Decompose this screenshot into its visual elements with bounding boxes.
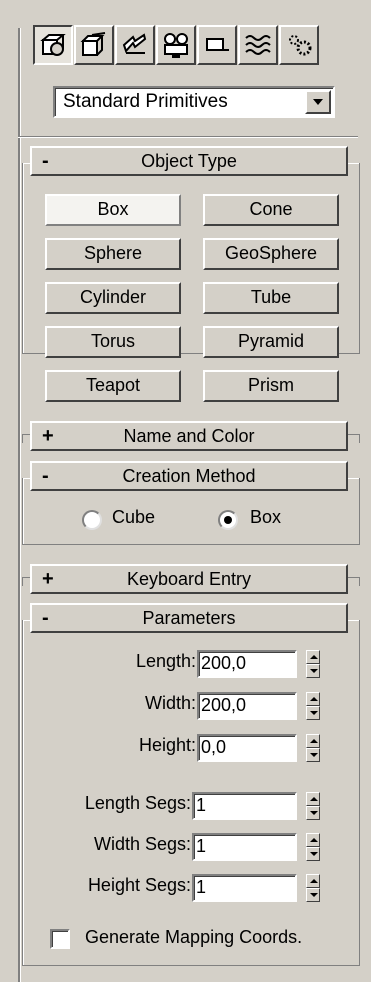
modify-tab[interactable]	[74, 25, 114, 65]
spinner-up[interactable]	[306, 734, 320, 748]
space-warps-icon	[289, 35, 312, 56]
length-segs-spinner[interactable]	[306, 792, 320, 820]
cone-button[interactable]: Cone	[203, 194, 339, 226]
height-field[interactable]: 0,0	[197, 734, 297, 762]
parameters-rollout-header[interactable]: - Parameters	[30, 603, 348, 633]
width-segs-label: Width Segs:	[93, 834, 191, 854]
length-label: Length:	[135, 651, 196, 671]
spinner-down[interactable]	[306, 664, 320, 678]
generate-mapping-checkbox[interactable]	[50, 929, 70, 949]
create-icon	[40, 34, 66, 56]
teapot-button[interactable]: Teapot	[45, 370, 181, 402]
box-radio[interactable]	[218, 510, 238, 530]
rollout-title: Keyboard Entry	[126, 569, 252, 589]
create-tab[interactable]	[33, 25, 73, 65]
spinner-down[interactable]	[306, 706, 320, 720]
utilities-tab[interactable]	[238, 25, 278, 65]
sphere-button[interactable]: Sphere	[45, 238, 181, 270]
width-segs-spinner[interactable]	[306, 833, 320, 861]
height-segs-spinner[interactable]	[306, 874, 320, 902]
box-button[interactable]: Box	[45, 194, 181, 226]
width-spinner[interactable]	[306, 692, 320, 720]
spinner-down[interactable]	[306, 888, 320, 902]
height-segs-label: Height Segs:	[87, 875, 191, 895]
cube-radio[interactable]	[82, 510, 102, 530]
rollout-title: Name and Color	[123, 426, 255, 446]
spinner-up[interactable]	[306, 792, 320, 806]
length-field[interactable]: 200,0	[197, 650, 297, 678]
spinner-down[interactable]	[306, 748, 320, 762]
name-and-color-rollout-header[interactable]: + Name and Color	[30, 421, 348, 451]
length-segs-label: Length Segs:	[84, 793, 191, 813]
modify-icon	[80, 32, 106, 56]
pyramid-button[interactable]: Pyramid	[203, 326, 339, 358]
height-label: Height:	[138, 735, 196, 755]
box-radio-label: Box	[250, 507, 282, 527]
hierarchy-tab[interactable]	[115, 25, 155, 65]
height-segs-field[interactable]: 1	[192, 874, 297, 902]
cube-radio-label: Cube	[112, 507, 156, 527]
spinner-up[interactable]	[306, 833, 320, 847]
dropdown-arrow-button[interactable]	[305, 90, 331, 114]
chevron-down-icon	[313, 99, 323, 105]
prism-button[interactable]: Prism	[203, 370, 339, 402]
display-icon	[206, 38, 229, 51]
width-field[interactable]: 200,0	[197, 692, 297, 720]
separator	[18, 136, 358, 138]
object-type-rollout-header[interactable]: - Object Type	[30, 146, 348, 176]
spinner-up[interactable]	[306, 692, 320, 706]
keyboard-entry-rollout-header[interactable]: + Keyboard Entry	[30, 564, 348, 594]
rollout-title: Creation Method	[122, 466, 256, 486]
creation-method-rollout-header[interactable]: - Creation Method	[30, 461, 348, 491]
torus-button[interactable]: Torus	[45, 326, 181, 358]
geosphere-button[interactable]: GeoSphere	[203, 238, 339, 270]
tube-button[interactable]: Tube	[203, 282, 339, 314]
rollout-title: Object Type	[141, 151, 237, 171]
length-segs-field[interactable]: 1	[192, 792, 297, 820]
motion-tab[interactable]	[156, 25, 196, 65]
width-label: Width:	[144, 693, 196, 713]
width-segs-field[interactable]: 1	[192, 833, 297, 861]
generate-mapping-label: Generate Mapping Coords.	[85, 927, 303, 947]
panel-left-border	[18, 28, 21, 982]
height-spinner[interactable]	[306, 734, 320, 762]
spinner-up[interactable]	[306, 650, 320, 664]
utilities-icon	[245, 35, 271, 55]
spinner-up[interactable]	[306, 874, 320, 888]
cylinder-button[interactable]: Cylinder	[45, 282, 181, 314]
spinner-down[interactable]	[306, 806, 320, 820]
length-spinner[interactable]	[306, 650, 320, 678]
category-dropdown-value: Standard Primitives	[63, 91, 228, 112]
category-dropdown[interactable]: Standard Primitives	[53, 86, 335, 118]
radio-selected-dot	[224, 516, 232, 524]
spinner-down[interactable]	[306, 847, 320, 861]
display-tab[interactable]	[197, 25, 237, 65]
rollout-title: Parameters	[142, 608, 236, 628]
motion-icon	[164, 33, 188, 58]
hierarchy-icon	[122, 33, 147, 54]
space-warps-tab[interactable]	[279, 25, 319, 65]
